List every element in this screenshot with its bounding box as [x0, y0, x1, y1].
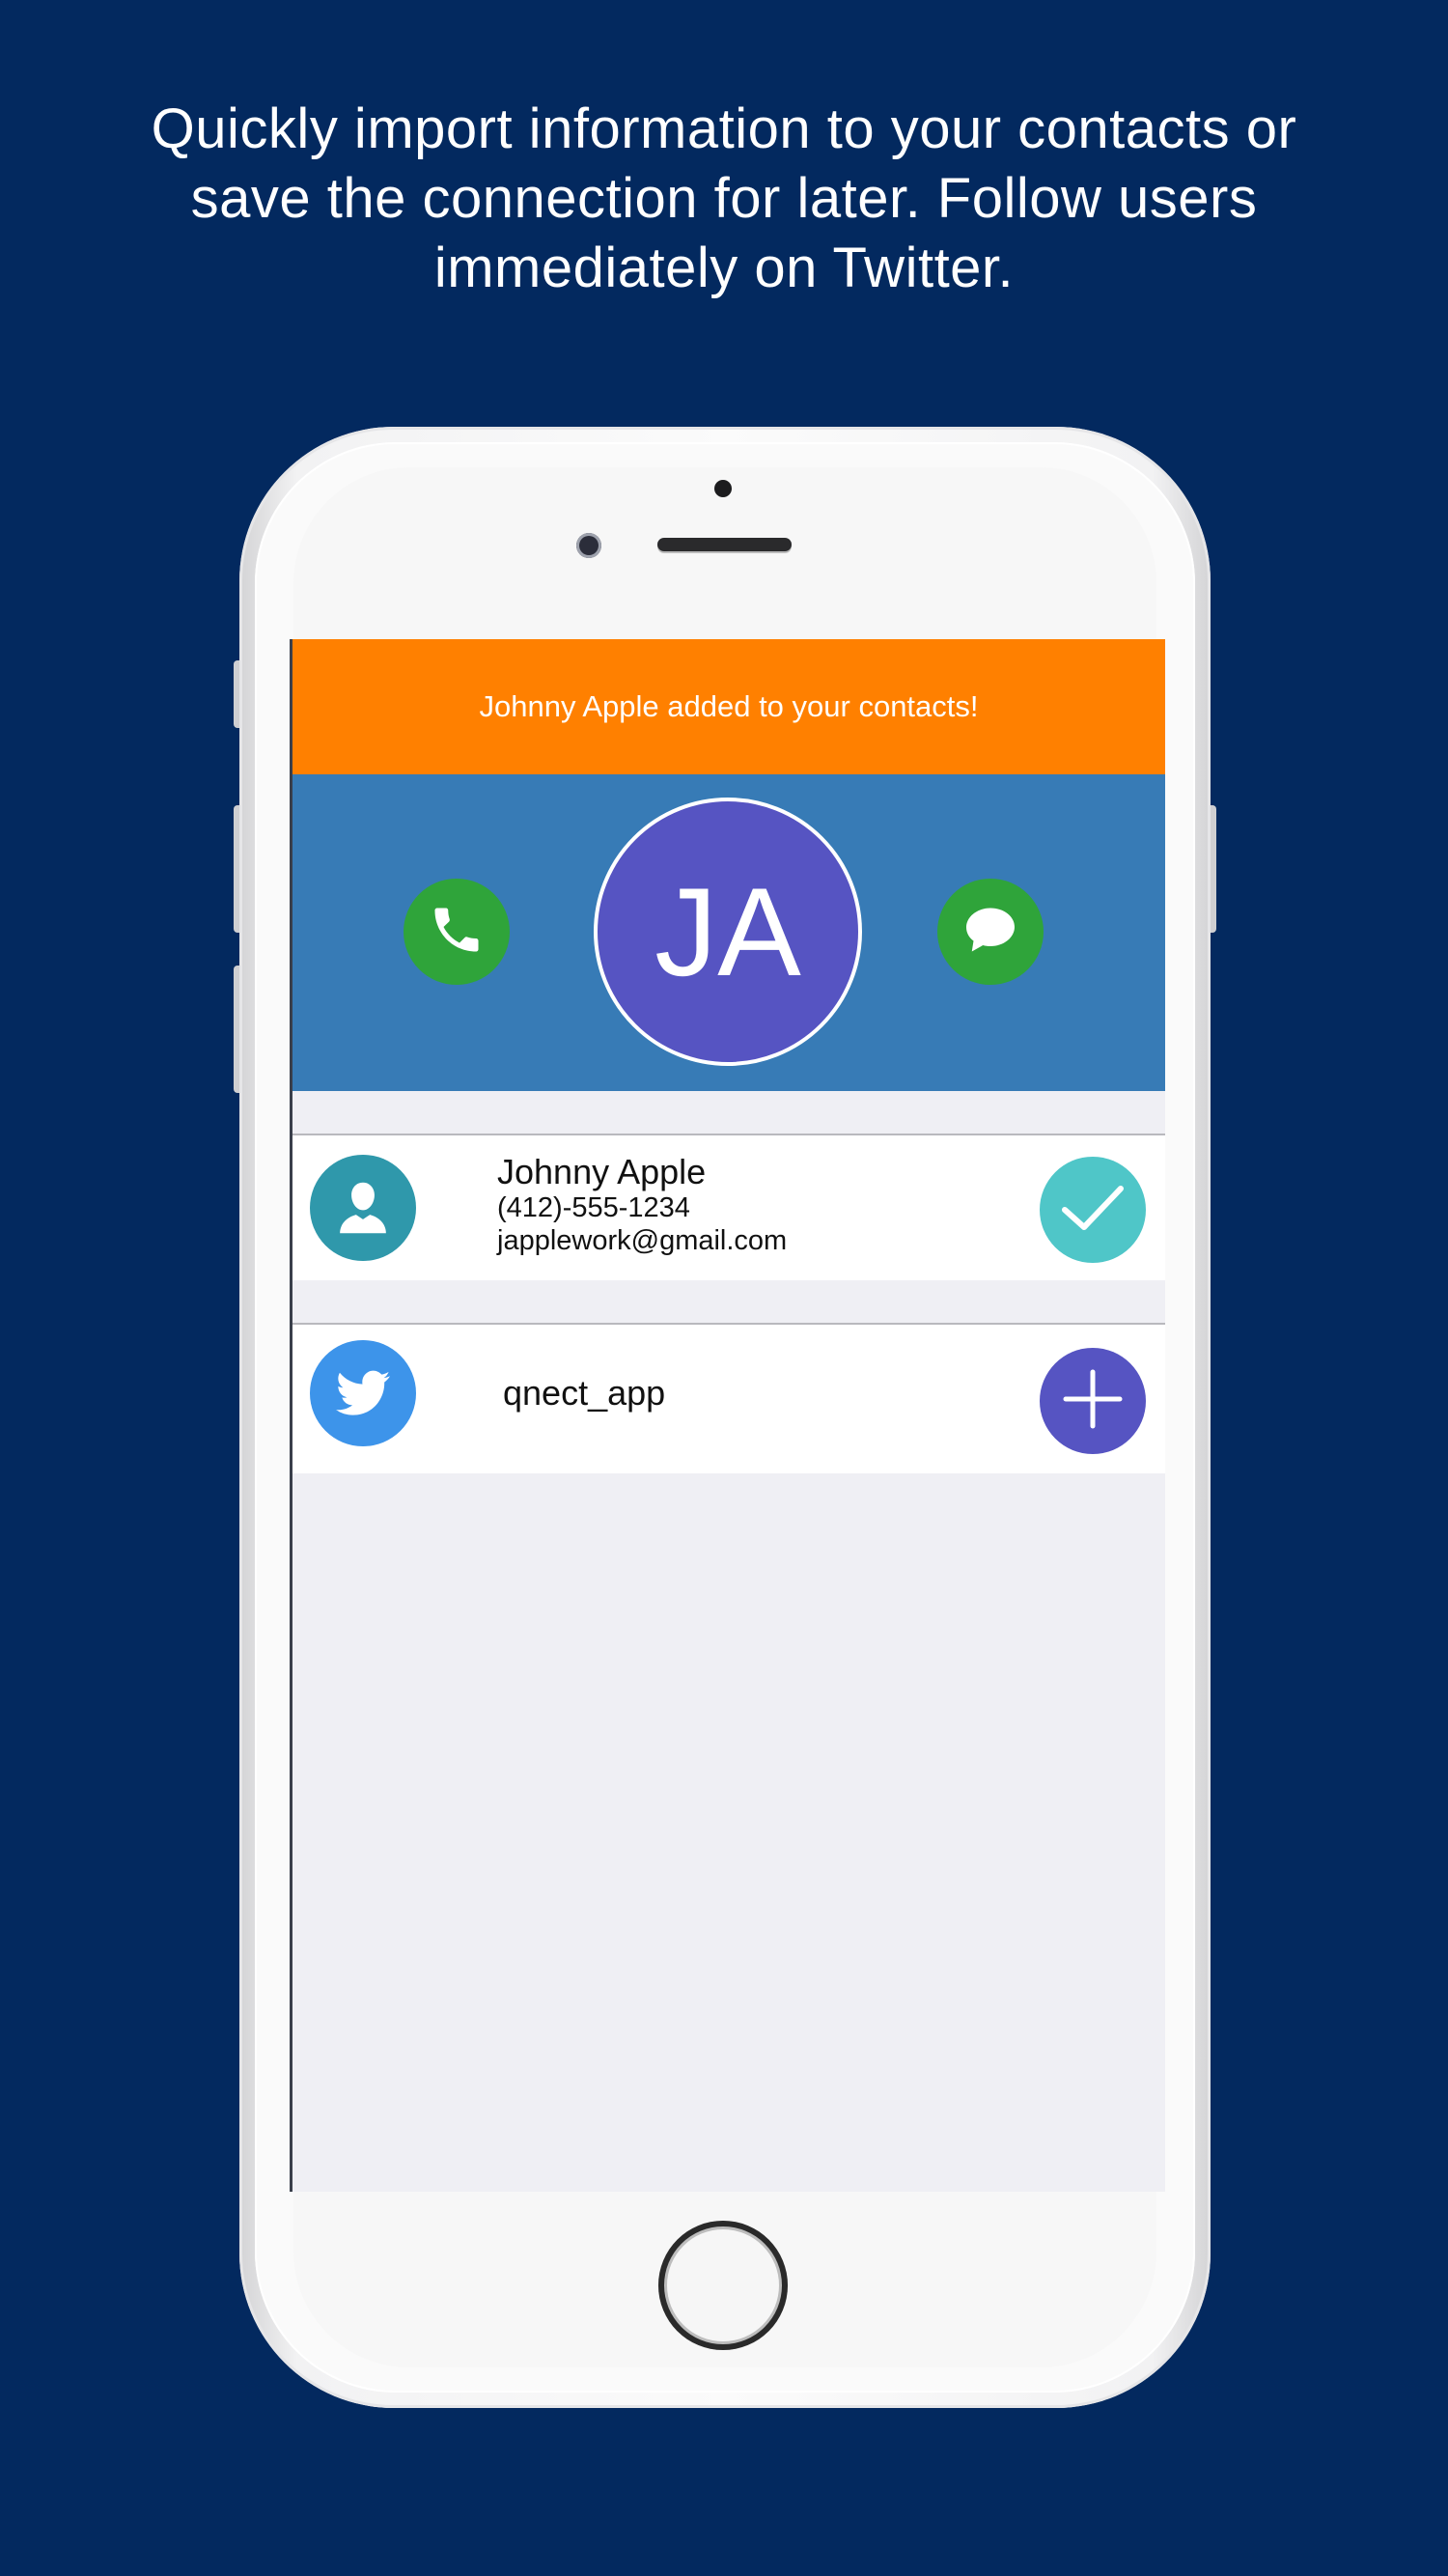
- home-button[interactable]: [658, 2221, 788, 2350]
- avatar: JA: [594, 798, 862, 1066]
- profile-header: JA: [292, 774, 1165, 1091]
- contact-details: Johnny Apple (412)-555-1234 japplework@g…: [497, 1153, 787, 1257]
- plus-icon: [1062, 1368, 1124, 1435]
- twitter-row[interactable]: qnect_app: [292, 1323, 1165, 1473]
- contact-saved-button[interactable]: [1040, 1157, 1146, 1263]
- call-button[interactable]: [404, 879, 510, 985]
- chat-bubble-icon: [961, 903, 1019, 962]
- proximity-sensor: [714, 480, 732, 497]
- headline: Quickly import information to your conta…: [151, 98, 1297, 299]
- phone-icon: [428, 901, 486, 964]
- front-camera: [576, 533, 601, 558]
- check-icon: [1059, 1181, 1127, 1240]
- contact-phone: (412)-555-1234: [497, 1192, 690, 1223]
- app-screen: Johnny Apple added to your contacts! JA …: [290, 639, 1165, 2192]
- twitter-icon: [310, 1340, 416, 1446]
- message-button[interactable]: [937, 879, 1044, 985]
- follow-button[interactable]: [1040, 1348, 1146, 1454]
- contact-name: Johnny Apple: [497, 1152, 707, 1191]
- avatar-initials: JA: [654, 861, 801, 1002]
- contact-avatar-icon: [310, 1155, 416, 1261]
- contact-row[interactable]: Johnny Apple (412)-555-1234 japplework@g…: [292, 1134, 1165, 1280]
- twitter-handle: qnect_app: [503, 1373, 666, 1413]
- banner-text: Johnny Apple added to your contacts!: [479, 689, 979, 723]
- earpiece-speaker: [657, 538, 792, 551]
- confirmation-banner: Johnny Apple added to your contacts!: [292, 639, 1165, 774]
- contact-email: japplework@gmail.com: [497, 1225, 788, 1256]
